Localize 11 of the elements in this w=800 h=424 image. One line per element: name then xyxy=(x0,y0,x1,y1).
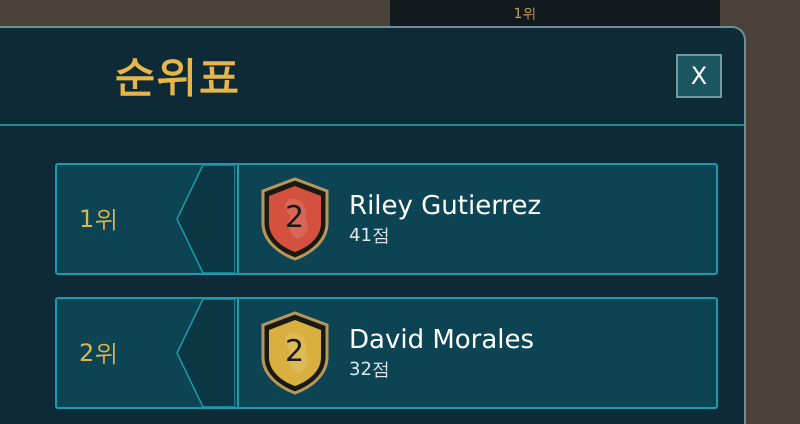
rank-label: 1위 xyxy=(79,204,118,235)
player-score: 41점 xyxy=(349,224,391,248)
close-button[interactable]: X xyxy=(676,54,722,98)
player-name: Riley Gutierrez xyxy=(349,190,542,222)
player-score: 32점 xyxy=(349,358,391,382)
rank-label: 2위 xyxy=(79,338,118,369)
player-name: David Morales xyxy=(349,324,534,356)
badge-number: 2 xyxy=(285,335,304,369)
badge-number: 2 xyxy=(285,201,304,235)
background-rank-text: 1위 xyxy=(514,6,536,24)
dialog-title: 순위표 xyxy=(114,55,240,97)
